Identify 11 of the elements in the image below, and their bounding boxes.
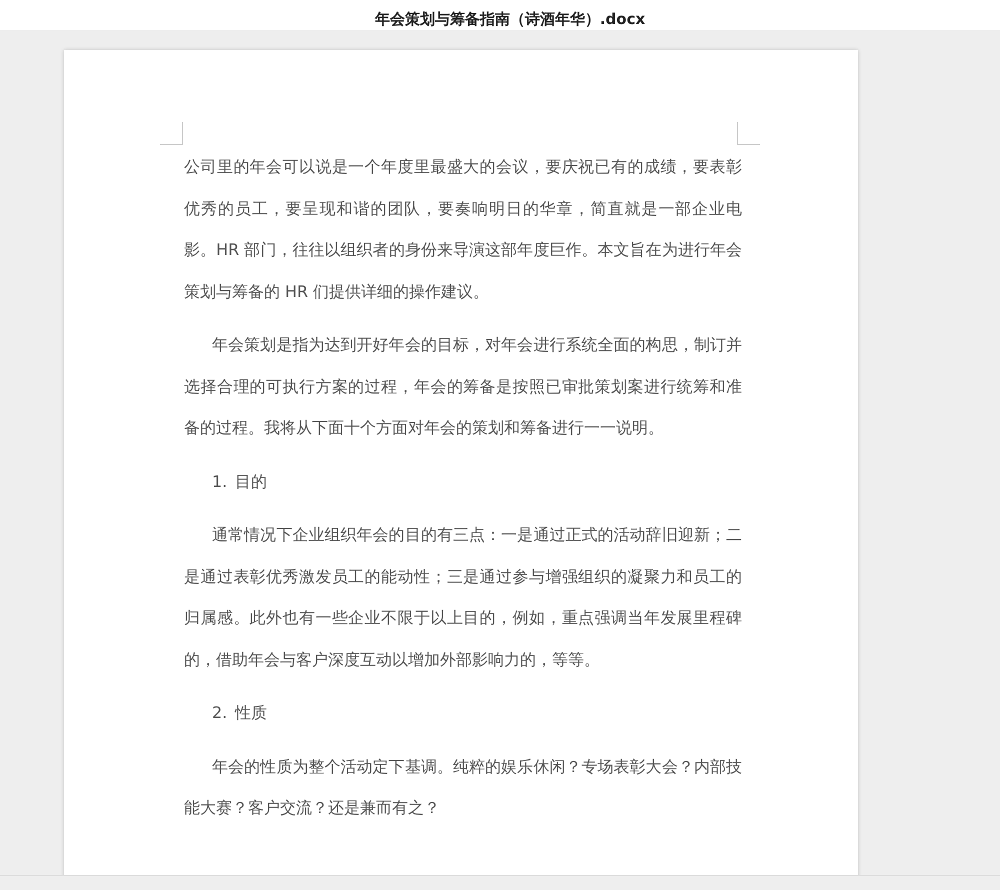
margin-corner-mark: [737, 122, 760, 145]
list-number: 1.: [212, 470, 228, 492]
list-item-heading: 目的: [235, 470, 268, 492]
body-paragraph: 通常情况下企业组织年会的目的有三点：一是通过正式的活动辞旧迎新；二是通过表彰优秀激发员工的能动性；三是通过参与增强组织的凝聚力和员工的归属感。此外也有一些企业不限于以上目的，例如，重点强调当年发展里程碑的，借助年会与客户深度互动以增加外部影响力的，等等。: [184, 524, 742, 670]
body-paragraph: 年会的性质为整个活动定下基调。纯粹的娱乐休闲？专场表彰大会？内部技能大赛？客户交流？还是兼而有之？: [184, 756, 742, 819]
list-number: 2.: [212, 702, 228, 724]
list-item-heading: 性质: [235, 702, 268, 724]
body-paragraph: 年会策划是指为达到开好年会的目标，对年会进行系统全面的构思，制订并选择合理的可执行方案的过程，年会的筹备是按照已审批策划案进行统筹和准备的过程。我将从下面十个方面对年会的策划和筹备进行一一说明。: [184, 334, 742, 439]
margin-corner-mark: [160, 122, 183, 145]
body-paragraph: 公司里的年会可以说是一个年度里最盛大的会议，要庆祝已有的成绩，要表彰优秀的员工，要呈现和谐的团队，要奏响明日的华章，简直就是一部企业电影。HR 部门，往往以组织者的身份来导演这部年度巨作。本文旨在为进行年会策划与筹备的 HR 们提供详细的操作建议。: [184, 156, 742, 302]
window-title: 年会策划与筹备指南（诗酒年华）.docx: [374, 9, 646, 30]
